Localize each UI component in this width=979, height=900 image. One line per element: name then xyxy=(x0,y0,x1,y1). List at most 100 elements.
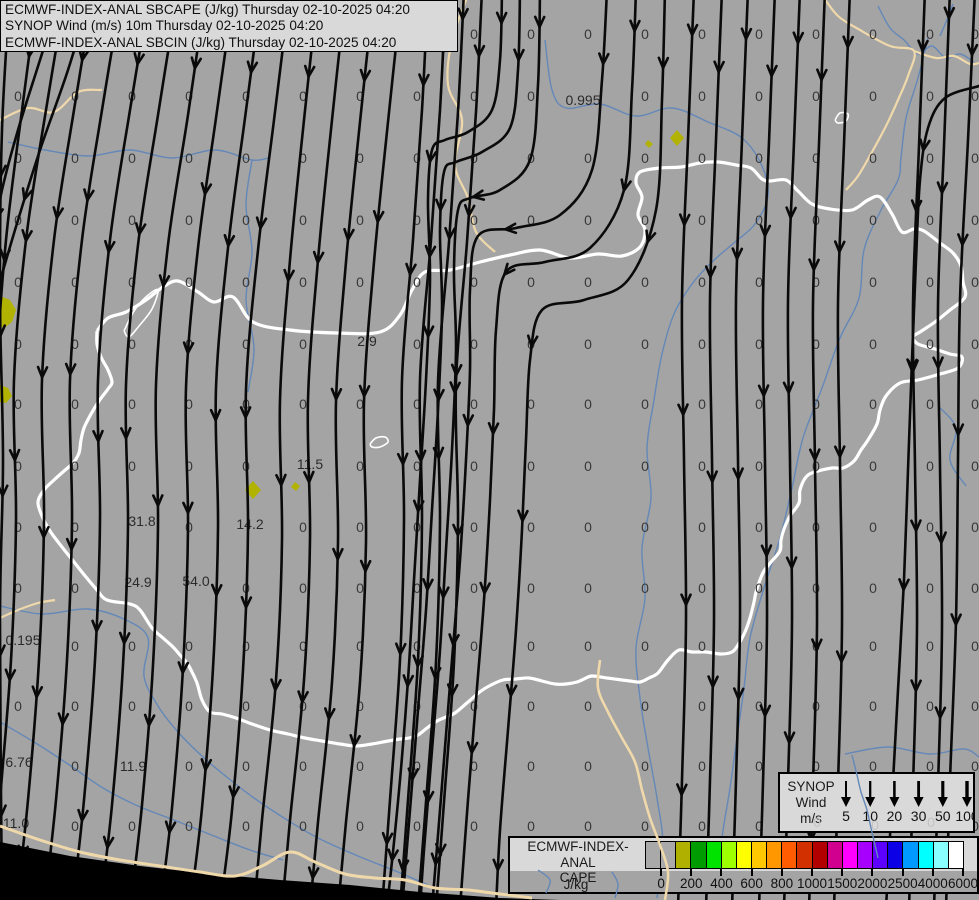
svg-text:0: 0 xyxy=(971,638,979,654)
svg-text:0: 0 xyxy=(584,150,592,166)
svg-text:0: 0 xyxy=(971,274,979,290)
svg-text:0: 0 xyxy=(527,698,535,714)
svg-text:0: 0 xyxy=(584,638,592,654)
svg-text:0: 0 xyxy=(698,88,706,104)
svg-text:0: 0 xyxy=(299,396,307,412)
svg-text:0: 0 xyxy=(356,212,364,228)
svg-text:0: 0 xyxy=(356,274,364,290)
wind-legend-unit: m/s xyxy=(800,811,822,826)
svg-text:11.5: 11.5 xyxy=(297,456,323,472)
svg-text:0: 0 xyxy=(527,26,535,42)
title-line-sbcin: ECMWF-INDEX-ANAL SBCIN (J/kg) Thursday 0… xyxy=(5,34,397,50)
svg-text:0: 0 xyxy=(698,212,706,228)
svg-text:0: 0 xyxy=(869,698,877,714)
svg-text:0: 0 xyxy=(413,818,421,834)
wind-speed-label: 10 xyxy=(862,808,878,824)
svg-text:0: 0 xyxy=(926,26,934,42)
svg-text:0: 0 xyxy=(185,818,193,834)
svg-text:0: 0 xyxy=(584,212,592,228)
svg-text:24.9: 24.9 xyxy=(124,574,151,590)
svg-text:0: 0 xyxy=(14,698,22,714)
svg-text:0: 0 xyxy=(926,336,934,352)
svg-text:6.76: 6.76 xyxy=(5,754,32,770)
svg-text:0: 0 xyxy=(755,758,763,774)
svg-text:0: 0 xyxy=(869,150,877,166)
svg-text:0: 0 xyxy=(470,519,478,535)
cape-tick-mark xyxy=(750,869,753,876)
svg-text:0: 0 xyxy=(185,212,193,228)
cape-legend: ECMWF-INDEX-ANAL CAPE J/kg 0 200 400 600 800… xyxy=(508,836,979,894)
svg-text:0: 0 xyxy=(698,26,706,42)
svg-text:0: 0 xyxy=(926,150,934,166)
svg-text:0: 0 xyxy=(698,274,706,290)
svg-text:0: 0 xyxy=(71,150,79,166)
svg-text:0: 0 xyxy=(869,212,877,228)
svg-text:0: 0 xyxy=(869,580,877,596)
svg-text:0: 0 xyxy=(698,698,706,714)
wind-legend-title: SYNOP xyxy=(787,779,835,794)
svg-text:0: 0 xyxy=(527,818,535,834)
svg-text:0: 0 xyxy=(527,758,535,774)
svg-text:0: 0 xyxy=(185,698,193,714)
svg-text:0: 0 xyxy=(869,638,877,654)
svg-text:0: 0 xyxy=(971,698,979,714)
svg-text:0: 0 xyxy=(755,88,763,104)
svg-text:0: 0 xyxy=(527,458,535,474)
svg-text:0: 0 xyxy=(698,818,706,834)
wind-speed-label: 30 xyxy=(911,808,927,824)
cape-tick-mark xyxy=(931,869,934,876)
svg-text:0: 0 xyxy=(71,212,79,228)
svg-text:0: 0 xyxy=(926,88,934,104)
svg-text:0: 0 xyxy=(641,150,649,166)
svg-text:0: 0 xyxy=(299,336,307,352)
svg-text:0: 0 xyxy=(527,638,535,654)
svg-text:0: 0 xyxy=(698,336,706,352)
svg-text:0: 0 xyxy=(755,519,763,535)
svg-text:0: 0 xyxy=(755,396,763,412)
svg-text:0: 0 xyxy=(584,758,592,774)
svg-text:0: 0 xyxy=(584,698,592,714)
svg-text:0: 0 xyxy=(641,212,649,228)
svg-text:0: 0 xyxy=(71,638,79,654)
svg-text:0: 0 xyxy=(242,150,250,166)
cape-tick-mark xyxy=(811,869,814,876)
svg-text:0: 0 xyxy=(470,26,478,42)
wind-speed-label: 50 xyxy=(935,808,951,824)
svg-text:0: 0 xyxy=(641,758,649,774)
wind-speed-label: 5 xyxy=(842,808,850,824)
cape-tick-mark xyxy=(690,869,693,876)
svg-text:0: 0 xyxy=(971,519,979,535)
svg-text:0: 0 xyxy=(14,396,22,412)
svg-text:0: 0 xyxy=(14,88,22,104)
svg-text:0: 0 xyxy=(527,274,535,290)
svg-text:0: 0 xyxy=(926,580,934,596)
svg-text:31.8: 31.8 xyxy=(128,513,155,529)
svg-text:0: 0 xyxy=(185,150,193,166)
wind-speed-label: 100 xyxy=(955,808,974,824)
svg-text:0: 0 xyxy=(641,580,649,596)
svg-text:0: 0 xyxy=(641,698,649,714)
svg-text:0: 0 xyxy=(869,336,877,352)
svg-text:0: 0 xyxy=(470,638,478,654)
svg-text:0: 0 xyxy=(926,396,934,412)
svg-text:0: 0 xyxy=(242,212,250,228)
svg-text:0: 0 xyxy=(299,212,307,228)
svg-text:0: 0 xyxy=(971,150,979,166)
wind-legend: SYNOP Wind m/s 5 10 20 30 50100 xyxy=(778,772,975,833)
svg-text:0: 0 xyxy=(71,580,79,596)
svg-text:0.995: 0.995 xyxy=(565,92,600,108)
wind-legend-subtitle: Wind xyxy=(795,795,827,810)
svg-text:0: 0 xyxy=(71,758,79,774)
svg-text:0: 0 xyxy=(971,458,979,474)
svg-text:0: 0 xyxy=(926,274,934,290)
svg-text:0: 0 xyxy=(698,580,706,596)
svg-text:0: 0 xyxy=(242,758,250,774)
svg-text:0: 0 xyxy=(242,274,250,290)
svg-text:0: 0 xyxy=(128,212,136,228)
svg-text:0: 0 xyxy=(584,519,592,535)
svg-text:0: 0 xyxy=(755,26,763,42)
svg-text:0: 0 xyxy=(71,818,79,834)
svg-text:0: 0 xyxy=(128,150,136,166)
svg-text:0: 0 xyxy=(299,818,307,834)
svg-text:0: 0 xyxy=(128,638,136,654)
